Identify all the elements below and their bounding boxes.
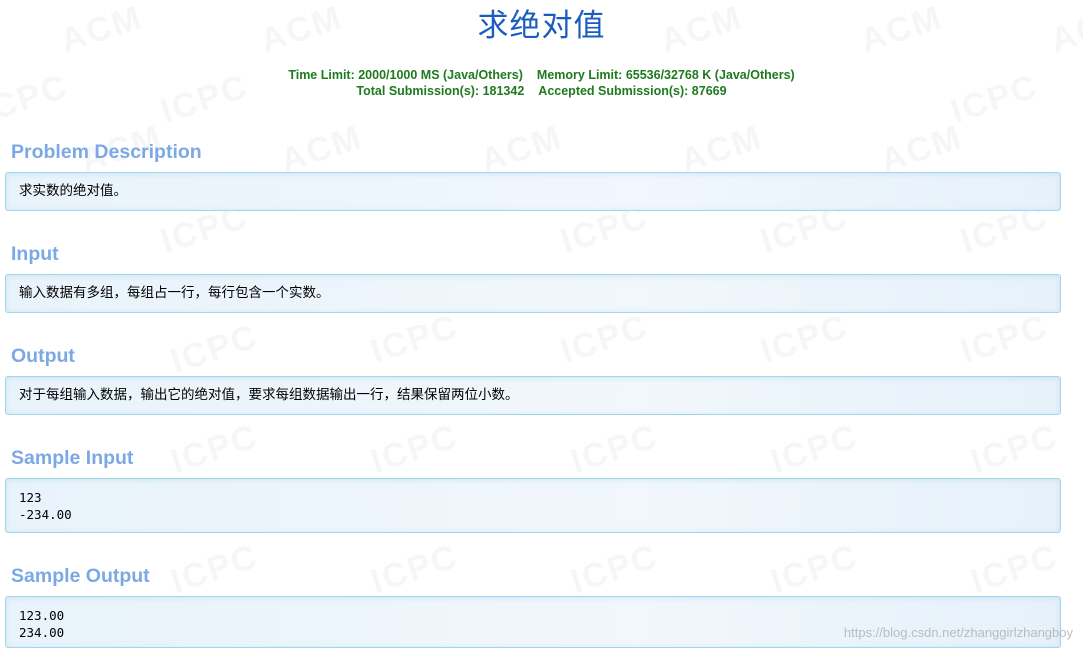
sample-output-line: 123.00	[19, 608, 65, 623]
watermark-icpc: ICPC	[166, 537, 263, 601]
section-heading-description: Problem Description	[11, 141, 202, 163]
csdn-watermark: https://blog.csdn.net/zhanggirlzhangboy	[843, 625, 1073, 640]
sample-output-panel: 123.00 234.00	[5, 596, 1061, 648]
sample-input-panel: 123 -234.00	[5, 478, 1061, 533]
submissions-line: Total Submission(s): 181342 Accepted Subm…	[0, 84, 1083, 100]
watermark-icpc: ICPC	[766, 537, 863, 601]
description-text: 求实数的绝对值。	[19, 183, 127, 199]
watermark-icpc: ICPC	[756, 307, 853, 371]
problem-stats: Time Limit: 2000/1000 MS (Java/Others) Me…	[0, 68, 1083, 99]
output-text: 对于每组输入数据，输出它的绝对值，要求每组数据输出一行，结果保留两位小数。	[19, 387, 519, 403]
watermark-icpc: ICPC	[366, 537, 463, 601]
section-heading-output: Output	[11, 345, 75, 367]
watermark-icpc: ICPC	[556, 307, 653, 371]
output-panel: 对于每组输入数据，输出它的绝对值，要求每组数据输出一行，结果保留两位小数。	[5, 376, 1061, 415]
watermark-icpc: ICPC	[366, 307, 463, 371]
memory-limit: Memory Limit: 65536/32768 K (Java/Others…	[536, 68, 795, 82]
problem-title: 求绝对值	[477, 8, 606, 44]
limits-line: Time Limit: 2000/1000 MS (Java/Others) Me…	[0, 68, 1083, 84]
problem-page: ACM ACM ACM ACM ACM ICPC ICPC ICPC ACM A…	[0, 0, 1083, 652]
description-panel: 求实数的绝对值。	[5, 172, 1061, 211]
input-text: 输入数据有多组，每组占一行，每行包含一个实数。	[19, 285, 330, 301]
input-panel: 输入数据有多组，每组占一行，每行包含一个实数。	[5, 274, 1061, 313]
sample-input-line: 123	[19, 490, 42, 505]
section-heading-input: Input	[11, 243, 59, 265]
sample-input-line: -234.00	[19, 507, 72, 522]
sample-output-line: 234.00	[19, 625, 65, 640]
total-submissions: Total Submission(s): 181342	[356, 83, 525, 98]
watermark-icpc: ICPC	[366, 417, 463, 481]
watermark-icpc: ICPC	[166, 317, 263, 381]
time-limit: Time Limit: 2000/1000 MS (Java/Others)	[288, 68, 523, 82]
watermark-icpc: ICPC	[966, 417, 1063, 481]
watermark-icpc: ICPC	[566, 417, 663, 481]
watermark-icpc: ICPC	[956, 307, 1053, 371]
watermark-icpc: ICPC	[566, 537, 663, 601]
section-heading-sample-input: Sample Input	[11, 447, 134, 469]
accepted-submissions: Accepted Submission(s): 87669	[538, 83, 727, 98]
watermark-icpc: ICPC	[766, 417, 863, 481]
watermark-icpc: ICPC	[166, 417, 263, 481]
section-heading-sample-output: Sample Output	[11, 565, 150, 587]
watermark-icpc: ICPC	[966, 537, 1063, 601]
